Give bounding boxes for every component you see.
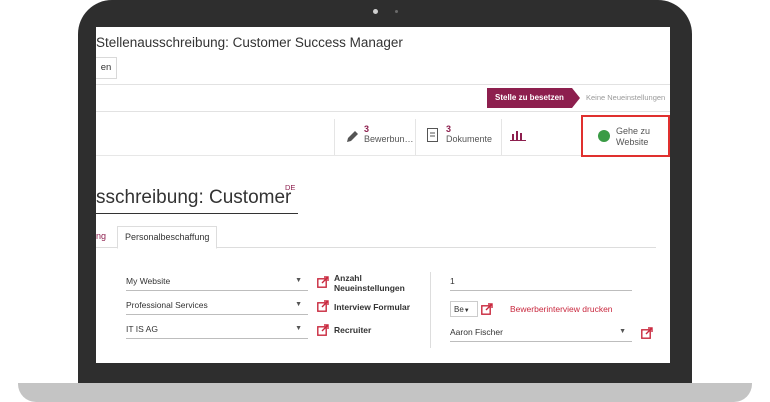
dropdown-arrow-icon: ▼ [463,308,470,314]
recruiter-label: Recruiter [334,325,372,335]
external-link-icon[interactable] [641,327,653,339]
camera-light-icon [395,10,398,13]
app-screen: Stellenausschreibung: Customer Success M… [96,27,670,363]
stage-inactive-button[interactable]: Keine Neueinstellungen [586,88,665,108]
website-select[interactable]: My Website ▼ [126,274,308,291]
go-to-website-button[interactable]: Gehe zu Website [581,115,670,157]
job-name-field[interactable]: sschreibung: Customer [96,187,291,209]
stage-active-button[interactable]: Stelle zu besetzen [487,88,580,108]
globe-icon [598,130,610,142]
bar-chart-icon [510,131,526,141]
stage-bar: Stelle zu besetzen Keine Neueinstellunge… [96,84,670,112]
form-tabs: ng Personalbeschaffung [96,226,656,249]
new-hires-input[interactable]: 1 [450,274,632,291]
print-interview-link[interactable]: Bewerberinterview drucken [510,304,613,314]
laptop-base [18,383,752,402]
department-select[interactable]: Professional Services ▼ [126,298,308,315]
documents-label: Dokumente [446,134,493,144]
page-title: Stellenausschreibung: Customer Success M… [96,35,403,50]
pencil-icon [347,131,358,142]
applications-count: 3 [364,124,370,134]
statistics-button[interactable] [501,119,582,155]
recruiter-select[interactable]: Aaron Fischer ▼ [450,325,632,342]
document-icon [427,128,438,142]
documents-count: 3 [446,124,452,134]
dropdown-arrow-icon: ▼ [619,328,626,335]
dropdown-arrow-icon: ▼ [295,301,302,308]
external-link-icon[interactable] [317,276,329,288]
applications-button[interactable]: 3 Bewerbun… [334,119,416,155]
external-link-icon[interactable] [317,324,329,336]
external-link-icon[interactable] [317,300,329,312]
column-divider [430,272,431,348]
title-underline [96,213,298,214]
interview-form-select[interactable]: Be▼ [450,301,478,317]
website-label: Gehe zu Website [616,126,651,147]
dropdown-arrow-icon: ▼ [295,325,302,332]
external-link-icon[interactable] [481,303,493,315]
camera-icon [373,9,378,14]
new-hires-label: Anzahl Neueinstellungen [334,273,405,293]
dropdown-arrow-icon: ▼ [295,277,302,284]
documents-button[interactable]: 3 Dokumente [415,119,502,155]
applications-label: Bewerbun… [364,134,414,144]
language-badge[interactable]: DE [285,183,295,192]
interview-form-label: Interview Formular [334,302,411,312]
tab-job-summary[interactable]: ng [96,231,106,241]
company-select[interactable]: IT IS AG ▼ [126,322,308,339]
tab-recruitment[interactable]: Personalbeschaffung [117,226,218,249]
back-button[interactable]: en [96,57,117,79]
